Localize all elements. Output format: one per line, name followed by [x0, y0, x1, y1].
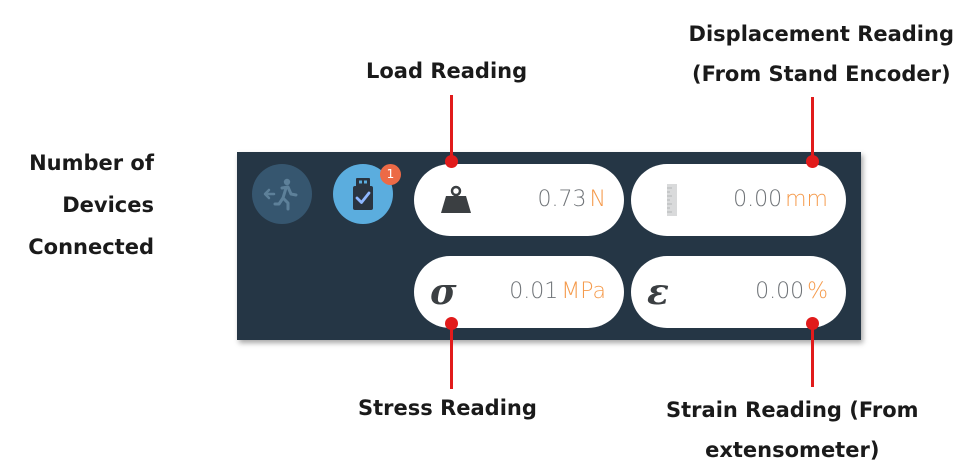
load-reading-label: Load Reading — [366, 59, 528, 83]
device-count-badge: 1 — [380, 164, 401, 185]
strain-value: 0.00% — [755, 279, 828, 304]
load-reading-display: 0.73 N — [414, 164, 624, 236]
stress-unit: MPa — [561, 279, 606, 304]
weight-icon — [441, 185, 471, 213]
exit-door-icon — [263, 178, 298, 211]
readings-panel: 1 0.73 N 0.00 mm σ 0.01 MPa ε 0.00 % — [237, 152, 861, 340]
displacement-callout-dot — [806, 155, 819, 168]
ruler-icon — [667, 184, 677, 216]
displacement-unit: mm — [785, 187, 828, 212]
strain-callout-line — [811, 323, 814, 387]
stress-callout-line — [450, 323, 453, 389]
strain-unit: % — [807, 279, 828, 304]
displacement-reading-label: Displacement Reading (From Stand Encoder… — [688, 22, 954, 86]
load-callout-line — [450, 95, 453, 161]
displacement-reading-display: 0.00 mm — [631, 164, 846, 236]
load-unit: N — [589, 187, 606, 212]
stress-reading-display: σ 0.01 MPa — [414, 256, 624, 328]
displacement-callout-line — [811, 97, 814, 161]
devices-connected-label: Number of Devices Connected — [28, 151, 154, 259]
load-callout-dot — [445, 155, 458, 168]
displacement-value: 0.00 mm — [733, 187, 828, 212]
strain-reading-label: Strain Reading (From extensometer) — [666, 398, 919, 462]
exit-button[interactable] — [252, 164, 312, 224]
load-value: 0.73 N — [537, 187, 606, 212]
epsilon-icon: ε — [647, 271, 669, 313]
stress-reading-label: Stress Reading — [358, 396, 537, 420]
stress-value: 0.01 MPa — [509, 279, 606, 304]
